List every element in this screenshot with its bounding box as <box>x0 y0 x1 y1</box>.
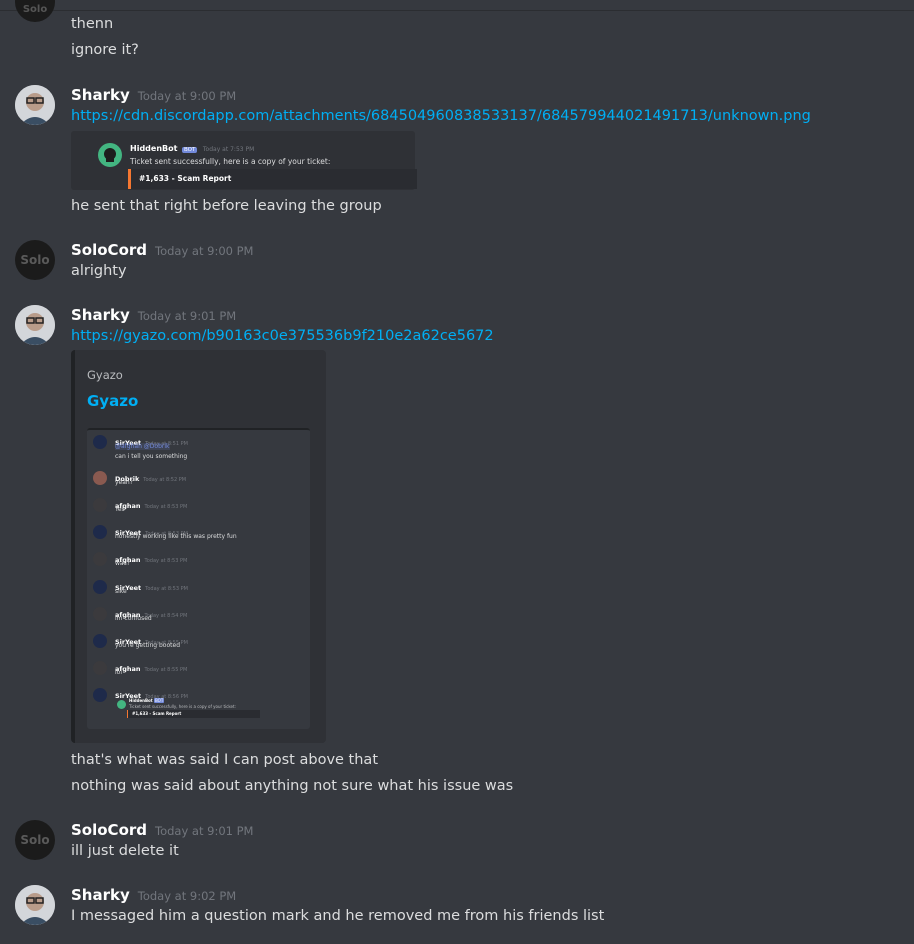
embed-image-avatar <box>93 634 107 648</box>
embed-image-header: afghan Today at 8:55 PM <box>115 659 187 675</box>
embed-image-timestamp: Today at 8:53 PM <box>144 558 188 564</box>
bot-tag: BOT <box>181 147 198 153</box>
avatar-solocord[interactable]: Solo <box>15 240 55 280</box>
timestamp: Today at 9:01 PM <box>155 824 254 838</box>
sharky-avatar-icon <box>15 885 55 925</box>
timestamp: Today at 9:00 PM <box>155 244 254 258</box>
message-text: ignore it? <box>71 42 139 58</box>
embed-image-mention: @afghan @Dobrik <box>115 443 170 450</box>
embed-image-timestamp: Today at 8:55 PM <box>144 667 188 673</box>
embed-image-bot-text: Ticket sent successfully, here is a copy… <box>129 704 236 709</box>
embed-image[interactable]: SirYeet Today at 8:51 PM @afghan @Dobrik ca… <box>87 428 310 729</box>
embed-image-avatar <box>93 580 107 594</box>
message-text: ill just delete it <box>71 843 179 859</box>
bot-timestamp: Today at 7:53 PM <box>202 146 255 153</box>
embed-image-timestamp: Today at 8:52 PM <box>143 477 187 483</box>
ticket-embed: #1,633 - Scam Report <box>128 169 417 189</box>
username[interactable]: Sharky <box>71 886 130 904</box>
embed-image-text: lol <box>115 669 123 676</box>
message-text: that's what was said I can post above th… <box>71 752 378 768</box>
embed-image-text: was? <box>115 560 130 567</box>
embed-image-ticket-title: #1,633 - Scam Report <box>132 711 182 716</box>
username[interactable]: SoloCord <box>71 821 147 839</box>
embed-image-header: afghan Today at 8:53 PM <box>115 496 187 512</box>
top-divider <box>0 10 914 11</box>
embed-image-avatar <box>93 661 107 675</box>
embed-image-timestamp: Today at 8:53 PM <box>145 586 188 592</box>
bot-text: Ticket sent successfully, here is a copy… <box>130 157 331 166</box>
message-text: I messaged him a question mark and he re… <box>71 908 605 924</box>
embed-image-avatar <box>93 498 107 512</box>
embed-image-bot-avatar <box>117 700 126 709</box>
avatar-label: Solo <box>20 833 50 847</box>
embed-image-avatar <box>93 688 107 702</box>
message-text: he sent that right before leaving the gr… <box>71 198 382 214</box>
username[interactable]: SoloCord <box>71 241 147 259</box>
embed-image-avatar <box>93 552 107 566</box>
bot-avatar <box>98 143 122 167</box>
embed-image-ticket: #1,633 - Scam Report <box>127 710 260 718</box>
bot-name: HiddenBot <box>130 144 178 153</box>
embed-image-text: sike <box>115 588 127 595</box>
message-header: SoloCord Today at 9:00 PM <box>71 241 253 259</box>
embed-image-bot-name: HiddenBot <box>129 698 153 703</box>
bot-header: HiddenBot BOT Today at 7:53 PM <box>130 144 254 153</box>
embed-image-text: can i tell you something <box>115 453 188 460</box>
username[interactable]: Sharky <box>71 306 130 324</box>
image-attachment[interactable]: HiddenBot BOT Today at 7:53 PM Ticket se… <box>71 131 417 190</box>
message-header: SoloCord Today at 9:01 PM <box>71 821 253 839</box>
embed-provider[interactable]: Gyazo <box>87 368 123 382</box>
embed-image-text: Yes <box>115 506 125 513</box>
embed-image-bot-header: HiddenBot BOT <box>129 698 165 703</box>
embed-image-avatar <box>93 607 107 621</box>
embed-image-timestamp: Today at 8:53 PM <box>144 504 188 510</box>
embed-title[interactable]: Gyazo <box>87 392 138 410</box>
ticket-title: #1,633 - Scam Report <box>139 174 232 183</box>
timestamp: Today at 9:00 PM <box>137 89 237 103</box>
sharky-avatar-icon <box>15 305 55 345</box>
embed-image-text: im confused <box>115 615 152 622</box>
attachment-link[interactable]: https://cdn.discordapp.com/attachments/6… <box>71 108 811 124</box>
avatar-label: Solo <box>22 4 48 15</box>
timestamp: Today at 9:02 PM <box>137 889 237 903</box>
message-header: Sharky Today at 9:02 PM <box>71 886 236 904</box>
link-embed: Gyazo Gyazo SirYeet Today at 8:51 PM @afgh… <box>71 350 326 743</box>
embed-image-bot-message: HiddenBot BOT Ticket sent successfully, h… <box>115 698 305 724</box>
message-text: nothing was said about anything not sure… <box>71 778 514 794</box>
embed-image-bot-tag: BOT <box>154 698 165 703</box>
message-text: thenn <box>71 16 114 32</box>
message-header: Sharky Today at 9:00 PM <box>71 86 236 104</box>
embed-image-avatar <box>93 525 107 539</box>
avatar-sharky[interactable] <box>15 885 55 925</box>
avatar-solocord[interactable]: Solo <box>15 820 55 860</box>
embed-image-text: you're getting booted <box>115 642 181 649</box>
sharky-avatar-icon <box>15 85 55 125</box>
message-text: alrighty <box>71 263 127 279</box>
embed-image-avatar <box>93 435 107 449</box>
bot-face-icon <box>104 148 116 162</box>
embed-image-avatar <box>93 471 107 485</box>
gyazo-link[interactable]: https://gyazo.com/b90163c0e375536b9f210e… <box>71 328 494 344</box>
avatar-sharky[interactable] <box>15 85 55 125</box>
username[interactable]: Sharky <box>71 86 130 104</box>
avatar-label: Solo <box>20 253 50 267</box>
embed-image-text: yeah? <box>115 479 133 486</box>
avatar-sharky[interactable] <box>15 305 55 345</box>
avatar-solocord[interactable]: Solo <box>15 0 55 22</box>
message-header: Sharky Today at 9:01 PM <box>71 306 236 324</box>
embed-image-text: honestly working like this was pretty fu… <box>115 533 237 540</box>
timestamp: Today at 9:01 PM <box>137 309 237 323</box>
